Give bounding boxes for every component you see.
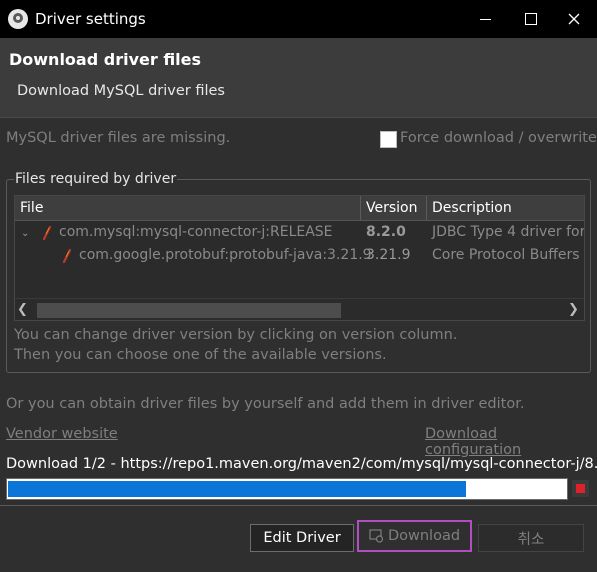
progress-fill [8, 481, 466, 497]
column-separator[interactable] [360, 196, 361, 220]
download-progress-text: Download 1/2 - https://repo1.maven.org/m… [6, 456, 597, 472]
stop-download-button[interactable] [572, 480, 589, 497]
chevron-down-icon[interactable]: ⌄ [21, 228, 29, 239]
missing-files-text: MySQL driver files are missing. [6, 130, 231, 146]
download-configuration-link[interactable]: Download configuration [425, 426, 597, 458]
window-title: Driver settings [35, 10, 146, 28]
table-header: File Version Description [15, 196, 584, 221]
maximize-button[interactable] [508, 0, 554, 38]
force-download-checkbox[interactable] [380, 131, 397, 148]
header-title: Download driver files [9, 50, 202, 69]
row-version[interactable]: 8.2.0 [366, 224, 406, 240]
minimize-button[interactable] [462, 0, 508, 38]
chevron-right-icon[interactable]: ❯ [568, 302, 579, 317]
minimize-icon [479, 18, 491, 20]
maximize-icon [525, 13, 537, 25]
download-icon [369, 529, 384, 543]
files-table: File Version Description ⌄ com.mysql:mys… [14, 195, 585, 321]
column-header-version[interactable]: Version [366, 200, 417, 216]
force-download-label[interactable]: Force download / overwrite [400, 130, 597, 146]
download-progress-bar [6, 478, 568, 500]
version-hint-line2: Then you can choose one of the available… [14, 347, 387, 363]
cancel-button[interactable]: 취소 [478, 524, 584, 552]
obtain-files-text: Or you can obtain driver files by yourse… [6, 396, 525, 412]
row-file: com.google.protobuf:protobuf-java:3.21.9 [79, 247, 372, 263]
row-description: JDBC Type 4 driver for [432, 224, 585, 240]
horizontal-scrollbar[interactable]: ❮ ❯ [15, 298, 584, 320]
close-button[interactable] [551, 0, 597, 38]
stop-icon [576, 484, 585, 493]
close-icon [568, 13, 580, 25]
download-button[interactable]: Download [357, 520, 472, 552]
edit-driver-button[interactable]: Edit Driver [250, 524, 354, 552]
vendor-website-link[interactable]: Vendor website [6, 426, 118, 442]
row-file: com.mysql:mysql-connector-j:RELEASE [59, 224, 333, 240]
version-hint-line1: You can change driver version by clickin… [14, 327, 458, 343]
row-version[interactable]: 3.21.9 [366, 247, 411, 263]
column-header-file[interactable]: File [20, 200, 43, 216]
scrollbar-thumb[interactable] [37, 303, 341, 318]
column-separator[interactable] [426, 196, 427, 220]
files-group-title: Files required by driver [14, 171, 178, 187]
header-description: Download MySQL driver files [17, 83, 225, 99]
chevron-left-icon[interactable]: ❮ [17, 302, 28, 317]
footer-divider [0, 505, 597, 506]
row-description: Core Protocol Buffers [432, 247, 580, 263]
header-divider [0, 117, 597, 118]
jar-icon [62, 249, 72, 263]
column-header-description[interactable]: Description [432, 200, 512, 216]
dbeaver-beaver-icon [8, 9, 28, 29]
jar-icon [42, 226, 52, 240]
download-button-label: Download [387, 528, 461, 544]
